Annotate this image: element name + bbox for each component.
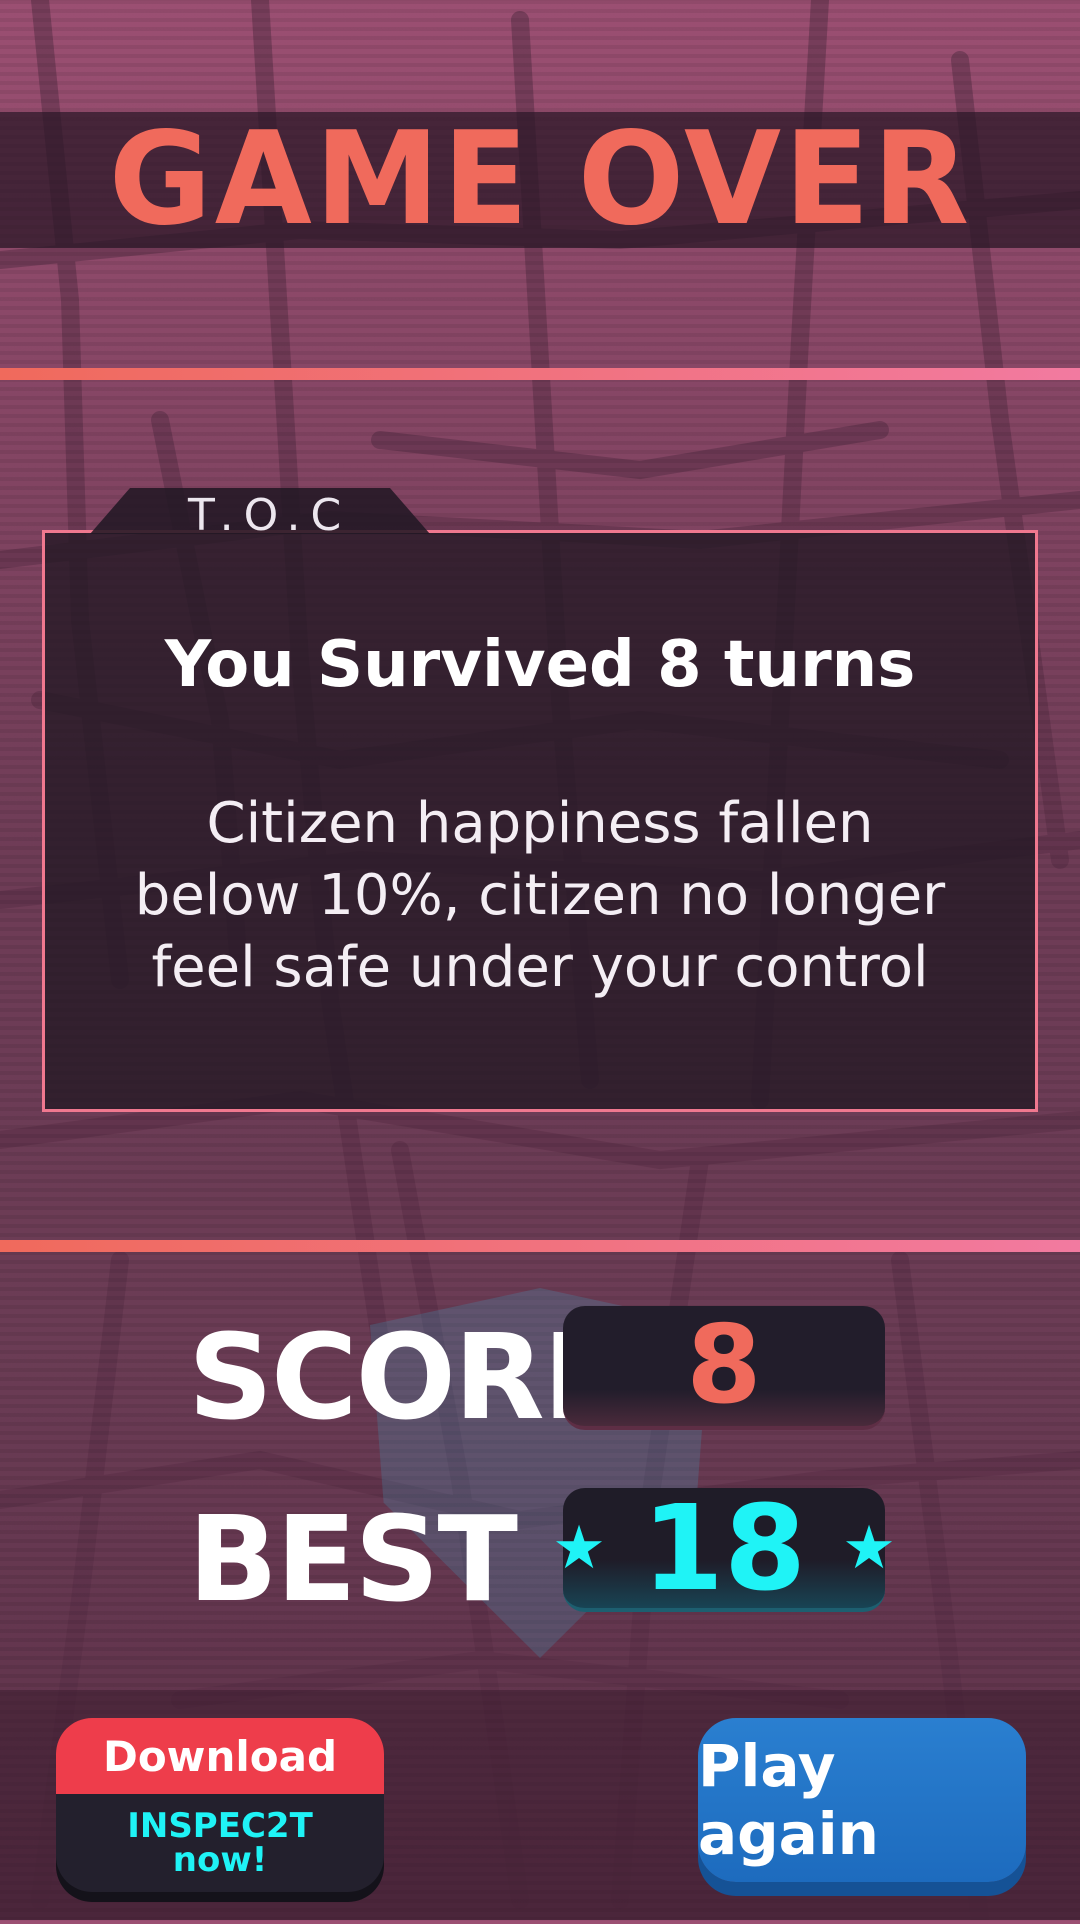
score-value: 8 [686,1303,762,1428]
best-label: BEST [188,1490,518,1628]
best-box: ★ 18 ★ [552,1479,896,1617]
play-again-button[interactable]: Play again [698,1718,1026,1882]
title-band: GAME OVER [0,112,1080,248]
star-icon: ★ [842,1513,896,1583]
game-over-title: GAME OVER [108,105,972,254]
game-over-reason: Citizen happiness fallen below 10%, citi… [134,791,946,1000]
panel-tab-label: T.O.C [188,490,352,541]
divider-bottom [0,1240,1080,1252]
score-box: 8 [563,1306,885,1430]
survived-headline: You Survived 8 turns [164,628,916,702]
best-value: 18 [641,1479,807,1617]
divider-top [0,368,1080,380]
download-button-app-name: INSPEC2T [127,1806,313,1846]
score-label: SCORE [188,1308,623,1446]
download-button-now: now! [172,1840,268,1880]
download-inspec2t-button[interactable]: Download INSPEC2T now! [56,1718,384,1892]
star-icon: ★ [552,1513,606,1583]
download-button-subtitle: INSPEC2T now! [56,1794,384,1892]
download-button-label: Download [56,1718,384,1794]
